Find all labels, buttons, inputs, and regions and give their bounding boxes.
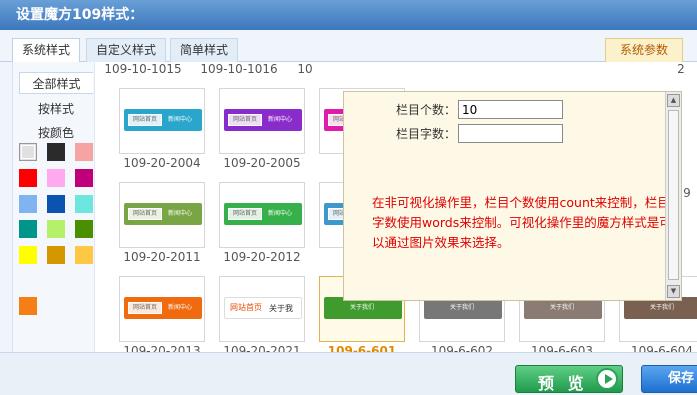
filter-sidebar: 全部样式 按样式 按颜色	[13, 62, 95, 352]
menu-preview: 网站首页新闻中心	[124, 109, 202, 131]
preview-item-home: 网站首页	[228, 208, 262, 220]
dialog-body: 系统样式 自定义样式 简单样式 系统参数 全部样式 按样式 按颜色 109-10…	[0, 30, 697, 395]
color-swatch[interactable]	[19, 169, 37, 187]
preview-item-home: 网站首页	[228, 114, 262, 126]
menu-preview: 网站首页 关于我	[224, 297, 302, 319]
count-label: 栏目个数：	[396, 103, 457, 117]
style-thumbnail[interactable]: 网站首页新闻中心	[119, 182, 205, 248]
scroll-up-icon[interactable]: ▲	[667, 94, 680, 107]
dialog-footer: 预 览 保存	[0, 352, 697, 395]
color-swatch[interactable]	[19, 297, 37, 315]
style-label: 109-6-604	[630, 344, 694, 352]
preview-item-home: 网站首页	[128, 114, 162, 126]
style-label: 109-20-2012	[223, 250, 301, 264]
style-thumbnail[interactable]: 网站首页 关于我	[219, 276, 305, 342]
usage-note: 在非可视化操作里，栏目个数使用count来控制，栏目字数使用words来控制。可…	[372, 195, 672, 250]
preview-item-news: 新闻中心	[168, 116, 193, 123]
color-swatch[interactable]	[47, 246, 65, 264]
preview-item-news: 关于我们	[550, 304, 575, 311]
dialog-title: 设置魔方109样式：	[0, 0, 697, 30]
color-swatch[interactable]	[75, 220, 93, 238]
style-label: 109-6-602	[430, 344, 494, 352]
style-thumbnail[interactable]: 网站首页新闻中心	[219, 182, 305, 248]
color-swatch[interactable]	[75, 169, 93, 187]
color-swatch[interactable]	[19, 195, 37, 213]
tab-system-params[interactable]: 系统参数	[605, 38, 683, 62]
filter-all-styles[interactable]: 全部样式	[19, 72, 93, 94]
preview-item-news: 新闻中心	[168, 304, 193, 311]
color-swatch[interactable]	[75, 143, 93, 161]
style-thumbnail[interactable]: 网站首页新闻中心	[219, 88, 305, 154]
color-swatch[interactable]	[75, 195, 93, 213]
preview-item-home: 网站首页	[128, 208, 162, 220]
words-label: 栏目字数：	[396, 127, 457, 141]
color-swatch[interactable]	[19, 143, 37, 161]
preview-item-news: 关于我们	[350, 304, 375, 311]
tab-simple-styles[interactable]: 简单样式	[170, 38, 238, 62]
preview-item-news: 关于我们	[450, 304, 475, 311]
color-swatch[interactable]	[19, 220, 37, 238]
menu-preview: 网站首页新闻中心	[224, 203, 302, 225]
style-label: 109-20-2021	[223, 344, 301, 352]
style-panel: 全部样式 按样式 按颜色 109-10-1015 109-10-1016 10 …	[12, 62, 697, 352]
tab-system-styles[interactable]: 系统样式	[12, 38, 80, 63]
preview-item-news: 新闻中心	[168, 210, 193, 217]
style-label: 109-20-2005	[223, 156, 301, 170]
color-swatch[interactable]	[47, 220, 65, 238]
color-swatch[interactable]	[19, 246, 37, 264]
preview-button[interactable]: 预 览	[515, 365, 623, 393]
preview-item-news: 新闻中心	[268, 116, 293, 123]
menu-preview: 网站首页新闻中心	[124, 297, 202, 319]
menu-preview: 网站首页新闻中心	[224, 109, 302, 131]
count-input[interactable]	[458, 100, 563, 119]
preview-item-news: 关于我	[269, 304, 293, 313]
words-input[interactable]	[458, 124, 563, 143]
style-label: 109-10-1016	[200, 62, 278, 76]
tab-custom-styles[interactable]: 自定义样式	[86, 38, 166, 62]
play-icon	[596, 368, 618, 390]
style-thumbnail[interactable]: 网站首页新闻中心	[119, 276, 205, 342]
color-swatch[interactable]	[75, 246, 93, 264]
style-thumbnail[interactable]: 网站首页新闻中心	[119, 88, 205, 154]
params-popover: 栏目个数： 栏目字数： 在非可视化操作里，栏目个数使用count来控制，栏目字数…	[343, 91, 682, 301]
style-label: 109-6-601	[327, 344, 397, 352]
preview-label: 预 览	[538, 374, 588, 393]
style-label: 109-20-2011	[123, 250, 201, 264]
style-label: 109-20-2004	[123, 156, 201, 170]
filter-by-style[interactable]: 按样式	[19, 98, 93, 120]
preview-item-news: 关于我们	[650, 304, 675, 311]
preview-item-news: 新闻中心	[268, 210, 293, 217]
tab-bar: 系统样式 自定义样式 简单样式 系统参数	[0, 30, 697, 63]
popover-scrollbar[interactable]: ▲ ▼	[665, 92, 681, 300]
color-swatch[interactable]	[47, 169, 65, 187]
scroll-down-icon[interactable]: ▼	[667, 285, 680, 298]
style-label: 2	[677, 62, 685, 76]
menu-preview: 网站首页新闻中心	[124, 203, 202, 225]
style-label: 109-10-1015	[104, 62, 182, 76]
style-label: 109-20-2013	[123, 344, 201, 352]
filter-by-color[interactable]: 按颜色	[19, 122, 93, 144]
color-swatch[interactable]	[47, 143, 65, 161]
preview-item-home: 网站首页	[128, 302, 162, 314]
scroll-thumb[interactable]	[668, 110, 679, 280]
style-label: 109-6-603	[530, 344, 594, 352]
style-label: 10	[297, 62, 313, 76]
preview-item-home: 网站首页	[229, 303, 263, 315]
color-swatch[interactable]	[47, 195, 65, 213]
save-button[interactable]: 保存	[641, 365, 697, 393]
